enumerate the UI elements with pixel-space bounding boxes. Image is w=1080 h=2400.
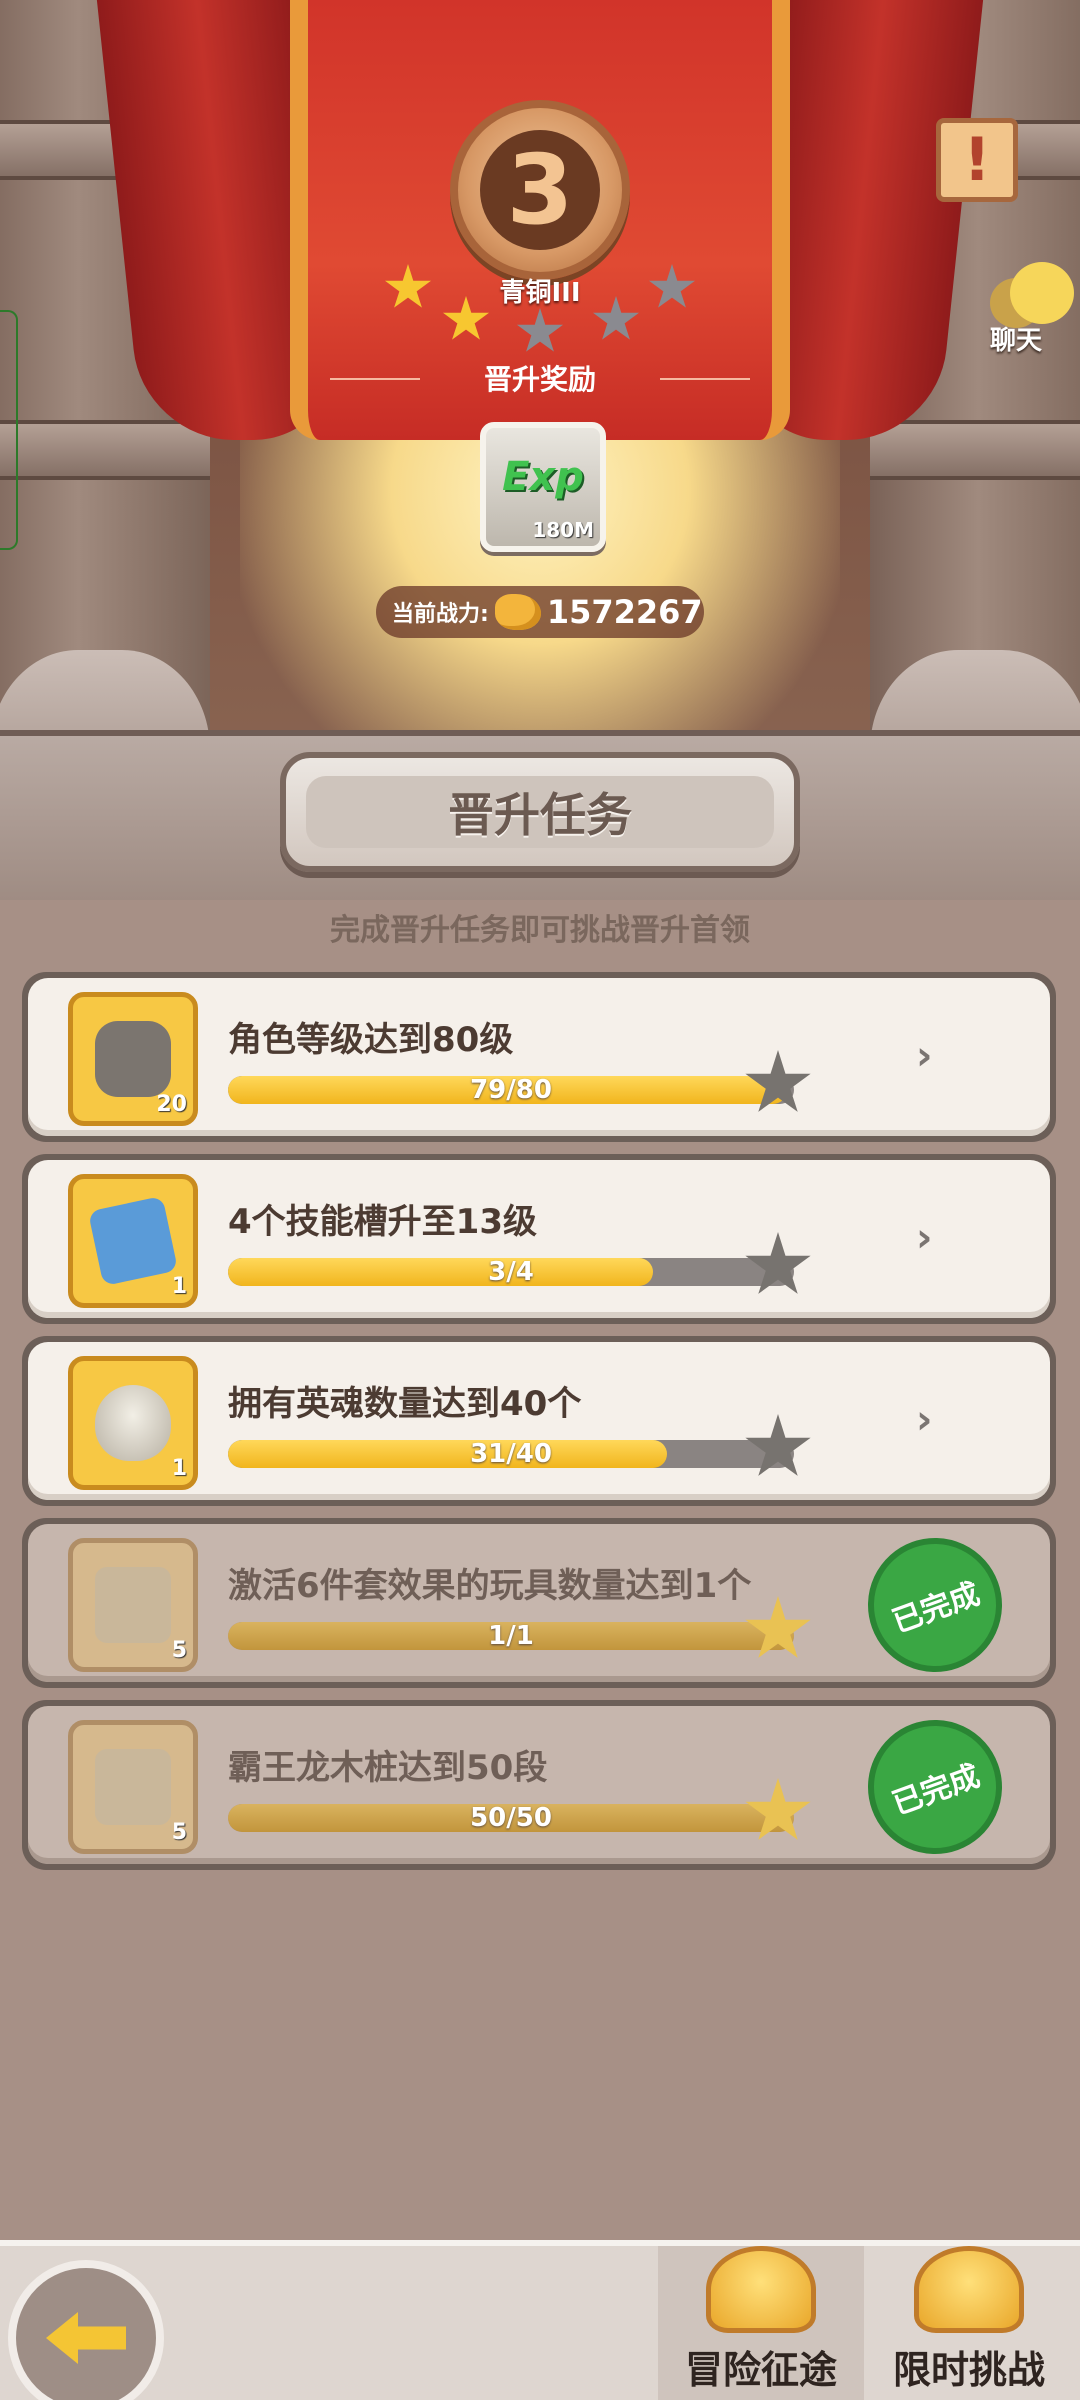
egg-nest-icon	[95, 1385, 171, 1461]
tab-adventure-label: 冒险征途	[684, 2348, 837, 2392]
task-row[interactable]: 1 4个技能槽升至13级 3/4 ›	[22, 1154, 1056, 1324]
task-item-icon[interactable]: 5	[68, 1538, 198, 1672]
task-row[interactable]: 5 激活6件套效果的玩具数量达到1个 1/1 已完成	[22, 1518, 1056, 1691]
chevron-right-icon[interactable]: ›	[916, 1400, 952, 1440]
task-title: 拥有英魂数量达到40个	[228, 1384, 582, 1424]
progress-bar: 31/40	[228, 1440, 794, 1468]
power-label: 当前战力:	[392, 602, 489, 627]
muscle-arm-icon	[494, 594, 541, 630]
trophy-icon	[706, 2246, 816, 2333]
back-arrow-icon	[46, 2312, 126, 2364]
task-row[interactable]: 20 角色等级达到80级 79/80 ›	[22, 972, 1056, 1142]
tab-limited-challenge[interactable]: 限时挑战	[866, 2246, 1072, 2400]
exp-icon: Exp	[502, 454, 584, 500]
tab-adventure[interactable]: 冒险征途	[658, 2246, 864, 2400]
chat-label[interactable]: 聊天	[986, 320, 1046, 357]
progress-text: 50/50	[470, 1804, 552, 1832]
progress-bar: 1/1	[228, 1622, 794, 1650]
dino-skull-icon	[95, 1021, 171, 1097]
progress-text: 31/40	[470, 1440, 552, 1468]
rank-number: 3	[480, 130, 600, 250]
section-title: 晋升任务	[306, 776, 774, 848]
progress-bar: 3/4	[228, 1258, 794, 1286]
notice-scroll-icon[interactable]: !	[936, 118, 1018, 202]
reward-title: 晋升奖励	[330, 358, 750, 398]
item-count: 1	[171, 1456, 187, 1481]
scroll-icon	[95, 1567, 171, 1643]
rank-badge[interactable]: 3	[450, 100, 630, 280]
progress-text: 3/4	[488, 1258, 534, 1286]
progress-text: 1/1	[488, 1622, 534, 1650]
skill-ticket-icon	[87, 1195, 179, 1287]
task-title: 激活6件套效果的玩具数量达到1个	[228, 1566, 752, 1606]
completed-stamp: 已完成	[849, 1701, 1021, 1873]
side-panel-handle[interactable]	[0, 310, 18, 550]
task-title: 霸王龙木桩达到50段	[228, 1748, 548, 1788]
task-item-icon[interactable]: 1	[68, 1356, 198, 1490]
section-plaque: 晋升任务	[280, 752, 800, 872]
exp-reward-item[interactable]: Exp 180M	[480, 422, 606, 552]
task-row[interactable]: 1 拥有英魂数量达到40个 31/40 ›	[22, 1336, 1056, 1506]
scroll-icon	[95, 1749, 171, 1825]
item-count: 1	[171, 1274, 187, 1299]
power-value: 1572267	[546, 593, 703, 631]
combat-power: 当前战力: 1572267	[376, 586, 704, 638]
task-title: 角色等级达到80级	[228, 1020, 514, 1060]
completed-stamp: 已完成	[849, 1519, 1021, 1691]
item-count: 20	[156, 1092, 187, 1117]
task-item-icon[interactable]: 20	[68, 992, 198, 1126]
rank-name: 青铜III	[499, 278, 581, 308]
section-subtitle: 完成晋升任务即可挑战晋升首领	[330, 913, 750, 948]
winged-star-icon	[914, 2246, 1024, 2333]
progress-bar: 50/50	[228, 1804, 794, 1832]
item-count: 5	[171, 1820, 187, 1845]
tab-limited-challenge-label: 限时挑战	[892, 2348, 1045, 2392]
exp-amount: 180M	[532, 518, 594, 542]
task-row[interactable]: 5 霸王龙木桩达到50段 50/50 已完成	[22, 1700, 1056, 1873]
task-item-icon[interactable]: 1	[68, 1174, 198, 1308]
task-title: 4个技能槽升至13级	[228, 1202, 537, 1242]
chevron-right-icon[interactable]: ›	[916, 1218, 952, 1258]
item-count: 5	[171, 1638, 187, 1663]
task-item-icon[interactable]: 5	[68, 1720, 198, 1854]
progress-text: 79/80	[470, 1076, 552, 1104]
chevron-right-icon[interactable]: ›	[916, 1036, 952, 1076]
chat-icon[interactable]	[1010, 262, 1074, 324]
progress-bar: 79/80	[228, 1076, 794, 1104]
